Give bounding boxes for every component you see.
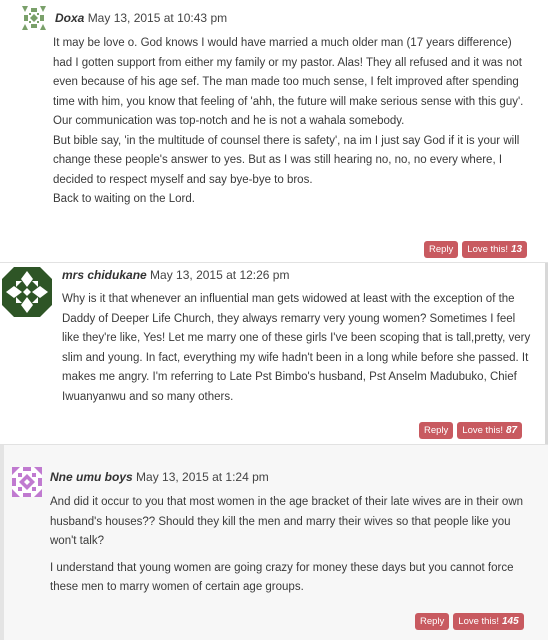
comment-text: It may be love o. God knows I would have…	[53, 37, 524, 205]
comment-text: I understand that young women are going …	[50, 561, 514, 594]
comment-date[interactable]: May 13, 2015 at 1:24 pm	[136, 470, 269, 484]
avatar	[12, 467, 42, 497]
love-label: Love this!	[467, 244, 508, 255]
identicon-icon	[22, 6, 46, 30]
comment-body: And did it occur to you that most women …	[50, 493, 530, 598]
avatar	[2, 267, 52, 317]
avatar	[22, 6, 46, 30]
comment-meta: Nne umu boys May 13, 2015 at 1:24 pm	[50, 469, 269, 485]
love-label: Love this!	[458, 616, 499, 627]
comment-text: And did it occur to you that most women …	[50, 496, 524, 547]
comment-body: It may be love o. God knows I would have…	[53, 34, 530, 210]
love-this-button[interactable]: Love this! 145	[453, 613, 524, 630]
comment-nne-umu-boys: Nne umu boys May 13, 2015 at 1:24 pm And…	[0, 444, 548, 640]
comment-actions: Reply Love this! 87	[419, 422, 523, 439]
reply-button[interactable]: Reply	[424, 241, 459, 258]
love-count: 145	[501, 616, 519, 627]
love-this-button[interactable]: Love this! 13	[462, 241, 528, 258]
comment-actions: Reply Love this! 13	[424, 241, 528, 258]
comment-text: Why is it that whenever an influential m…	[62, 293, 531, 403]
identicon-icon	[2, 267, 52, 317]
reply-button[interactable]: Reply	[415, 613, 450, 630]
love-count: 13	[510, 244, 523, 255]
comment-meta: Doxa May 13, 2015 at 10:43 pm	[55, 10, 227, 26]
comment-author[interactable]: Doxa	[55, 11, 84, 25]
reply-button[interactable]: Reply	[419, 422, 454, 439]
comment-author[interactable]: Nne umu boys	[50, 470, 133, 484]
identicon-icon	[12, 467, 42, 497]
comment-author[interactable]: mrs chidukane	[62, 268, 147, 282]
comment-body: Why is it that whenever an influential m…	[62, 290, 532, 407]
comment-date[interactable]: May 13, 2015 at 12:26 pm	[150, 268, 289, 282]
love-label: Love this!	[462, 425, 503, 436]
comment-meta: mrs chidukane May 13, 2015 at 12:26 pm	[62, 267, 289, 283]
love-this-button[interactable]: Love this! 87	[457, 422, 523, 439]
comment-date[interactable]: May 13, 2015 at 10:43 pm	[88, 11, 227, 25]
love-count: 87	[505, 425, 518, 436]
comment-actions: Reply Love this! 145	[415, 613, 524, 630]
comment-mrs-chidukane: mrs chidukane May 13, 2015 at 12:26 pm W…	[0, 262, 548, 444]
comment-doxa: Doxa May 13, 2015 at 10:43 pm It may be …	[0, 0, 548, 262]
